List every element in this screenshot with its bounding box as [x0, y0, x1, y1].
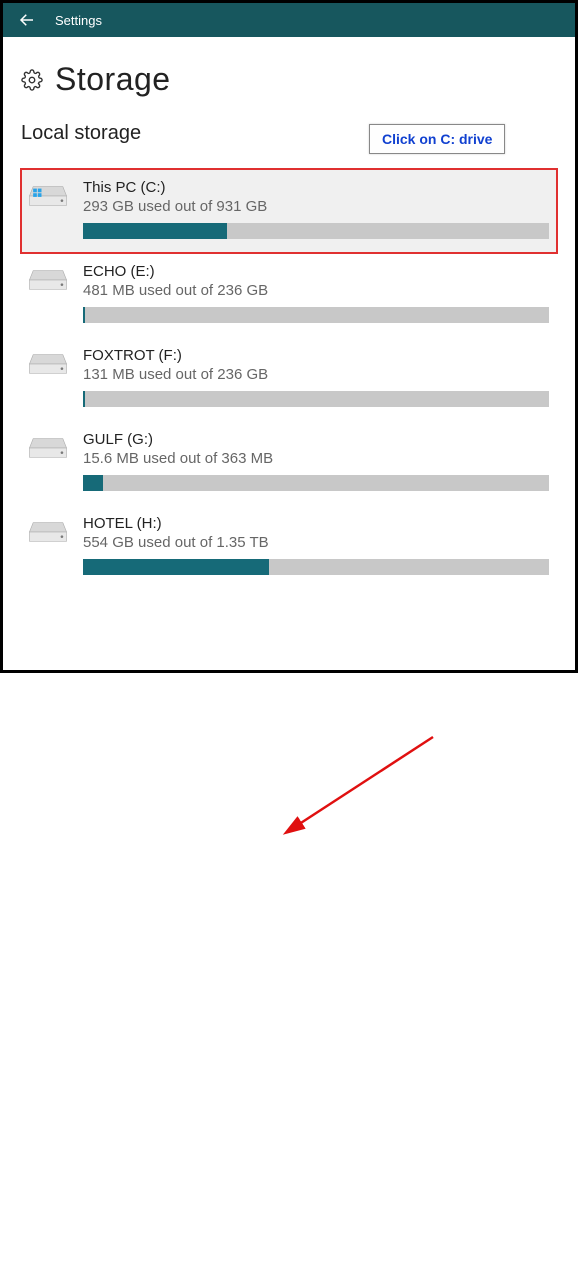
drive-list: This PC (C:) 293 GB used out of 931 GB ECH…: [21, 169, 557, 589]
drive-name: ECHO (E:): [83, 263, 549, 280]
usage-bar-fill: [83, 391, 85, 407]
drive-usage-text: 15.6 MB used out of 363 MB: [83, 450, 549, 467]
usage-bar: [83, 223, 549, 239]
back-arrow-icon: [18, 11, 36, 29]
drive-info: GULF (G:) 15.6 MB used out of 363 MB: [83, 431, 549, 491]
page-title: Storage: [55, 61, 171, 98]
drive-icon: [29, 351, 67, 377]
drive-name: GULF (G:): [83, 431, 549, 448]
drive-item-0[interactable]: This PC (C:) 293 GB used out of 931 GB: [21, 169, 557, 253]
drive-item-3[interactable]: GULF (G:) 15.6 MB used out of 363 MB: [21, 421, 557, 505]
usage-bar-fill: [83, 307, 85, 323]
drive-usage-text: 554 GB used out of 1.35 TB: [83, 534, 549, 551]
drive-info: ECHO (E:) 481 MB used out of 236 GB: [83, 263, 549, 323]
titlebar-text: Settings: [55, 13, 102, 28]
titlebar: Settings: [3, 3, 575, 37]
usage-bar: [83, 391, 549, 407]
usage-bar: [83, 307, 549, 323]
instruction-arrow: [3, 589, 578, 1262]
page-content: Storage Local storage This PC (C:)293 GB…: [3, 37, 575, 589]
drive-name: HOTEL (H:): [83, 515, 549, 532]
drive-info: HOTEL (H:) 554 GB used out of 1.35 TB: [83, 515, 549, 575]
drive-icon: [29, 267, 67, 293]
usage-bar-fill: [83, 559, 269, 575]
back-button[interactable]: [7, 3, 47, 37]
drive-info: This PC (C:) 293 GB used out of 931 GB: [83, 179, 549, 239]
drive-icon: [29, 435, 67, 461]
drive-icon: [29, 519, 67, 545]
drive-icon: [29, 183, 67, 209]
drive-item-2[interactable]: FOXTROT (F:) 131 MB used out of 236 GB: [21, 337, 557, 421]
drive-usage-text: 481 MB used out of 236 GB: [83, 282, 549, 299]
usage-bar-fill: [83, 223, 227, 239]
drive-item-4[interactable]: HOTEL (H:) 554 GB used out of 1.35 TB: [21, 505, 557, 589]
gear-icon: [21, 69, 43, 91]
callout-text: Click on C: drive: [382, 131, 492, 147]
usage-bar: [83, 559, 549, 575]
page-header: Storage: [21, 61, 557, 98]
drive-name: This PC (C:): [83, 179, 549, 196]
usage-bar: [83, 475, 549, 491]
drive-item-1[interactable]: ECHO (E:) 481 MB used out of 236 GB: [21, 253, 557, 337]
drive-info: FOXTROT (F:) 131 MB used out of 236 GB: [83, 347, 549, 407]
usage-bar-fill: [83, 475, 103, 491]
drive-name: FOXTROT (F:): [83, 347, 549, 364]
drive-usage-text: 131 MB used out of 236 GB: [83, 366, 549, 383]
instruction-callout: Click on C: drive: [369, 124, 505, 154]
drive-usage-text: 293 GB used out of 931 GB: [83, 198, 549, 215]
